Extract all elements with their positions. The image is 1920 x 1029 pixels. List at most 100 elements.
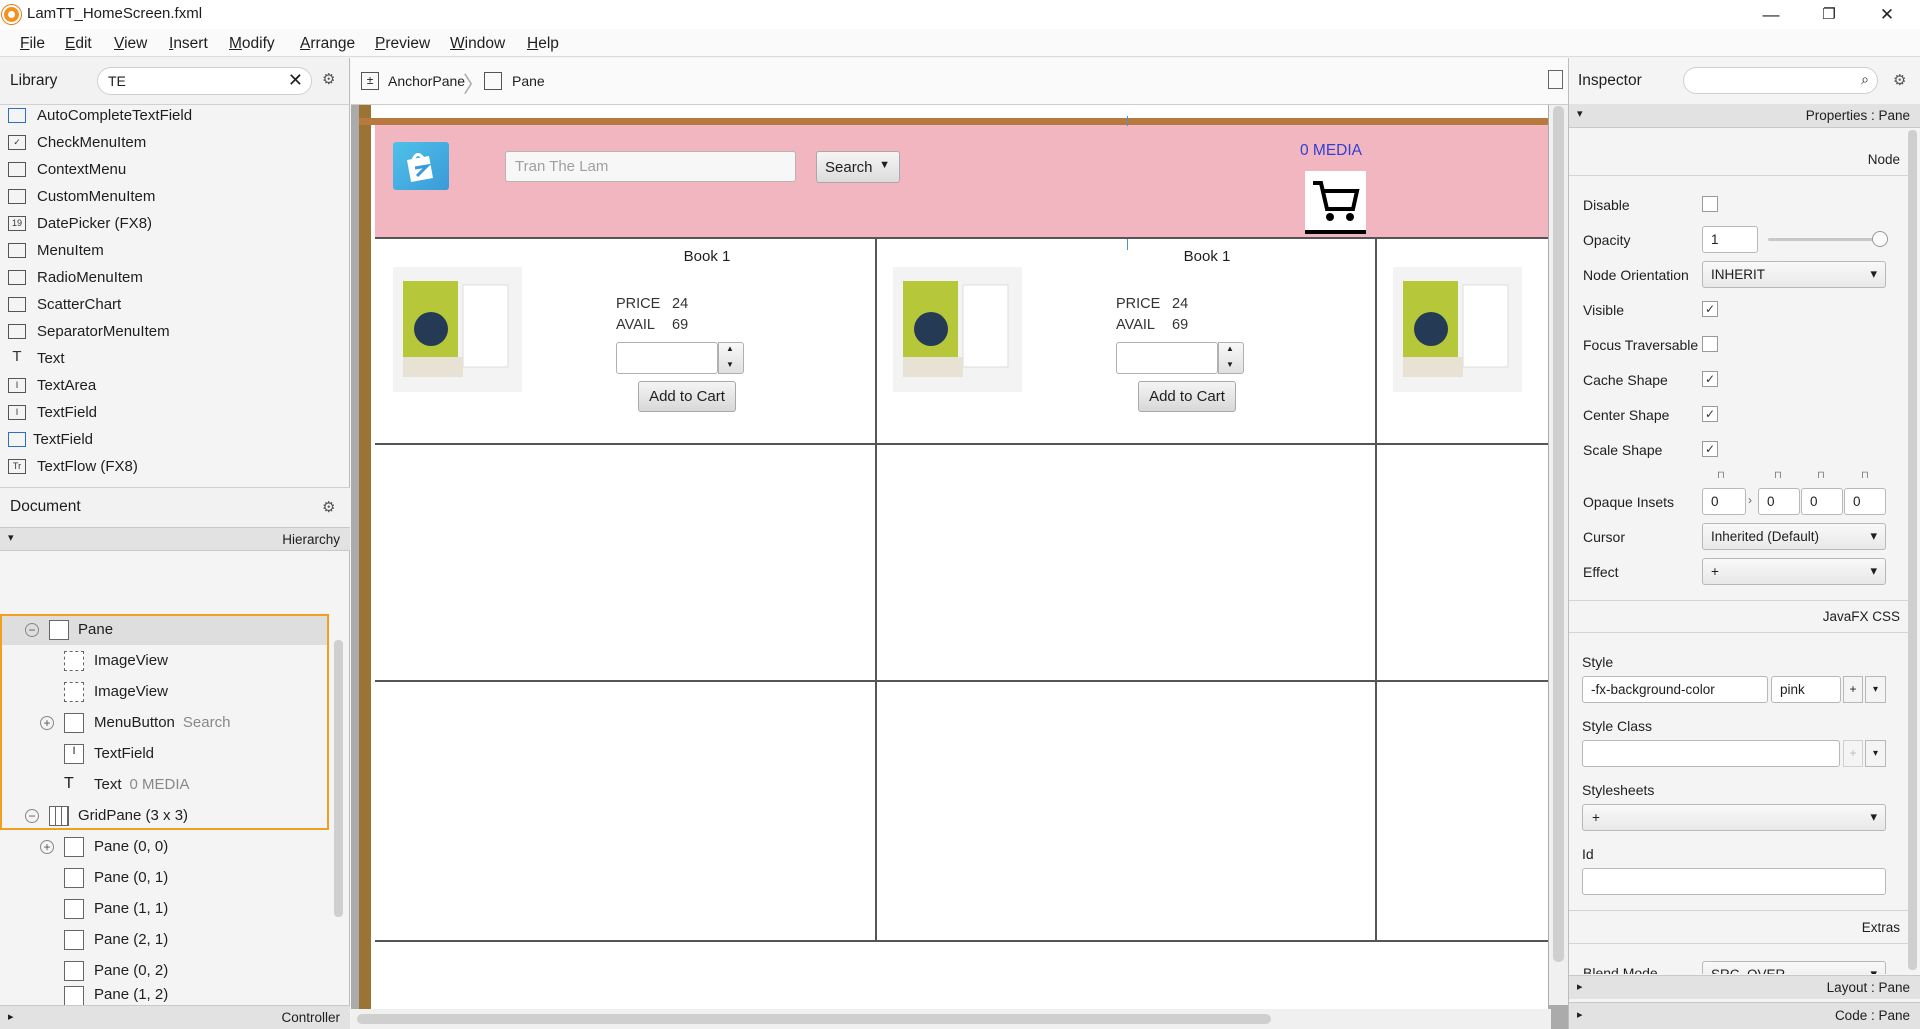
add-stylesheet-button[interactable]: + — [1582, 804, 1886, 831]
library-item[interactable]: I TextArea — [8, 374, 96, 396]
library-item[interactable]: ✓ CheckMenuItem — [8, 131, 146, 153]
inset-right-field[interactable]: 0 — [1758, 488, 1800, 515]
avail-label: AVAIL — [1116, 317, 1155, 333]
scroll-thumb[interactable] — [1553, 106, 1564, 962]
add-to-cart-button[interactable]: Add to Cart — [638, 381, 736, 412]
tree-scrollbar[interactable] — [334, 640, 343, 917]
properties-bar[interactable]: ▾ Properties : Pane — [1569, 104, 1920, 128]
shop-logo-image[interactable] — [393, 142, 449, 190]
book-cover-image[interactable] — [1393, 267, 1522, 392]
anchor-pane[interactable] — [359, 105, 1548, 1013]
effect-select[interactable]: + — [1702, 558, 1886, 585]
library-item-label: TextField — [33, 430, 94, 448]
maximize-button[interactable]: ❐ — [1800, 0, 1858, 29]
hierarchy-bar[interactable]: ▾ Hierarchy — [0, 527, 350, 551]
library-gear-icon[interactable]: ⚙ — [322, 70, 335, 88]
inspector-search-input[interactable]: ⌕ — [1683, 67, 1878, 94]
library-item[interactable]: AutoCompleteTextField — [8, 104, 192, 126]
inset-top-field[interactable]: 0 — [1702, 488, 1746, 515]
disable-checkbox[interactable] — [1702, 196, 1718, 212]
center-checkbox[interactable]: ✓ — [1702, 406, 1718, 422]
tree-row[interactable]: Pane (0, 1) — [0, 862, 330, 893]
styleclass-chevron-icon[interactable]: ▾ — [1865, 740, 1886, 767]
quantity-spinner-arrows[interactable] — [718, 342, 744, 374]
menu-view[interactable]: View — [114, 35, 147, 53]
visible-checkbox[interactable]: ✓ — [1702, 301, 1718, 317]
inspector-gear-icon[interactable]: ⚙ — [1893, 71, 1906, 89]
menu-preview[interactable]: Preview — [375, 35, 430, 53]
tree-row[interactable]: Pane (2, 1) — [0, 924, 330, 955]
close-button[interactable]: ✕ — [1858, 0, 1916, 29]
library-item[interactable]: T Text — [8, 347, 64, 369]
orientation-select[interactable]: INHERIT — [1702, 261, 1886, 288]
styleclass-field[interactable] — [1582, 740, 1840, 767]
library-item[interactable]: I TextField — [8, 401, 97, 423]
minimize-button[interactable]: — — [1742, 0, 1800, 29]
tree-row[interactable]: Pane (1, 1) — [0, 893, 330, 924]
layout-bar[interactable]: ▸ Layout : Pane — [1569, 975, 1920, 999]
library-item[interactable]: SeparatorMenuItem — [8, 320, 170, 342]
opacity-slider-track[interactable] — [1768, 238, 1880, 241]
scale-checkbox[interactable]: ✓ — [1702, 441, 1718, 457]
inset-bottom-field[interactable]: 0 — [1801, 488, 1843, 515]
library-item[interactable]: TextField — [8, 428, 93, 450]
menu-insert[interactable]: Insert — [169, 35, 208, 53]
document-title: Document — [10, 498, 81, 515]
opacity-slider-thumb[interactable] — [1872, 231, 1888, 247]
library-item[interactable]: CustomMenuItem — [8, 185, 155, 207]
id-field[interactable] — [1582, 868, 1886, 895]
blend-select[interactable]: SRC_OVER — [1702, 961, 1886, 974]
quantity-stepper[interactable] — [1116, 342, 1218, 374]
style-property-field[interactable]: -fx-background-color — [1582, 676, 1768, 703]
library-search-input[interactable]: TE ✕ — [97, 67, 312, 95]
search-input[interactable]: Tran The Lam — [505, 151, 796, 182]
scroll-thumb[interactable] — [357, 1014, 1271, 1024]
tree-row[interactable]: + Pane (0, 0) — [0, 831, 330, 862]
controller-bar[interactable]: ▸ Controller — [0, 1005, 350, 1029]
add-style-button[interactable]: + — [1843, 676, 1863, 703]
book-cover-image[interactable] — [393, 267, 522, 392]
search-menu-button[interactable]: Search ▼ — [816, 151, 900, 183]
code-bar[interactable]: ▸ Code : Pane — [1569, 1002, 1920, 1029]
add-styleclass-button[interactable]: + — [1843, 740, 1863, 767]
tree-row[interactable]: Pane (0, 2) — [0, 955, 330, 986]
library-item[interactable]: ContextMenu — [8, 158, 126, 180]
tree-row[interactable]: Pane (1, 2) — [0, 986, 330, 1005]
library-item[interactable]: MenuItem — [8, 239, 104, 261]
breadcrumb-current[interactable]: Pane — [512, 73, 545, 89]
quantity-spinner-arrows[interactable] — [1218, 342, 1244, 374]
document-gear-icon[interactable]: ⚙ — [322, 498, 335, 516]
menu-help[interactable]: Help — [527, 35, 559, 53]
title-bar: LamTT_HomeScreen.fxml — ❐ ✕ — [0, 0, 1920, 29]
menu-modify[interactable]: Modify — [229, 35, 275, 53]
menu-arrange[interactable]: Arrange — [300, 35, 355, 53]
document-icon[interactable] — [1548, 70, 1563, 89]
expand-icon[interactable]: + — [40, 839, 54, 854]
style-menu-chevron-icon[interactable]: ▾ — [1865, 676, 1886, 703]
add-to-cart-button[interactable]: Add to Cart — [1138, 381, 1236, 412]
link-icon[interactable]: › — [1748, 493, 1752, 507]
breadcrumb-root[interactable]: AnchorPane — [388, 73, 465, 89]
cart-icon[interactable] — [1305, 171, 1366, 234]
inset-left-field[interactable]: 0 — [1844, 488, 1886, 515]
menu-file[interactable]: File — [20, 35, 45, 53]
library-item[interactable]: Tr TextFlow (FX8) — [8, 455, 138, 477]
horizontal-scrollbar[interactable] — [351, 1009, 1551, 1029]
focus-checkbox[interactable] — [1702, 336, 1718, 352]
style-value-field[interactable]: pink — [1771, 676, 1841, 703]
clear-search-icon[interactable]: ✕ — [288, 70, 303, 91]
cache-checkbox[interactable]: ✓ — [1702, 371, 1718, 387]
quantity-stepper[interactable] — [616, 342, 718, 374]
library-item[interactable]: 19 DatePicker (FX8) — [8, 212, 152, 234]
inspector-scrollbar[interactable] — [1908, 130, 1917, 970]
cursor-select[interactable]: Inherited (Default) — [1702, 523, 1886, 550]
code-bar-label: Code : Pane — [1834, 1008, 1910, 1023]
menu-edit[interactable]: Edit — [65, 35, 92, 53]
opacity-field[interactable]: 1 — [1702, 226, 1758, 253]
library-item[interactable]: ScatterChart — [8, 293, 121, 315]
anchorpane-icon: ± — [361, 72, 379, 90]
menu-window[interactable]: Window — [450, 35, 505, 53]
library-item[interactable]: RadioMenuItem — [8, 266, 143, 288]
vertical-scrollbar[interactable] — [1549, 105, 1568, 1005]
book-cover-image[interactable] — [893, 267, 1022, 392]
